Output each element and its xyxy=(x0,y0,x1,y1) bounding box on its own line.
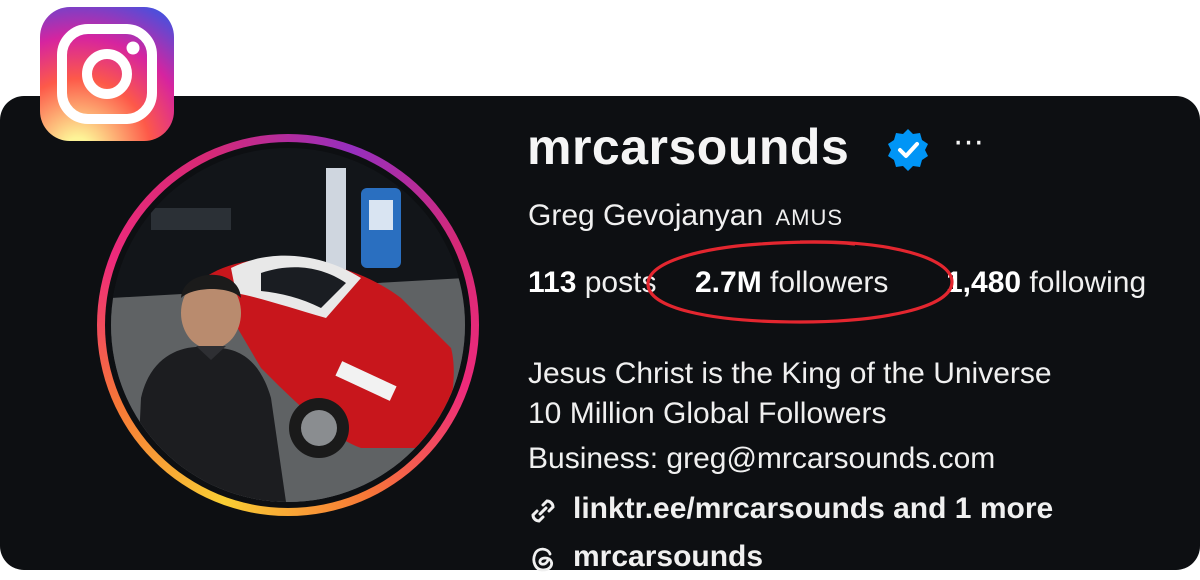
link-text[interactable]: linktr.ee/mrcarsounds and 1 more xyxy=(573,492,1053,526)
threads-handle[interactable]: mrcarsounds xyxy=(573,540,763,574)
following-stat[interactable]: 1,480 following xyxy=(946,266,1146,300)
bio-line-1: Jesus Christ is the King of the Universe xyxy=(528,357,1052,390)
followers-label: followers xyxy=(770,266,889,299)
following-label: following xyxy=(1029,266,1147,299)
posts-stat: 113 posts xyxy=(528,266,656,300)
profile-avatar[interactable] xyxy=(111,148,465,502)
bio-line-2: 10 Million Global Followers xyxy=(528,397,887,430)
instagram-logo-icon xyxy=(40,7,174,141)
verified-badge-icon xyxy=(888,129,928,171)
link-icon xyxy=(531,499,555,523)
full-name-text: Greg Gevojanyan xyxy=(528,199,764,232)
profile-username: mrcarsounds xyxy=(527,119,850,175)
posts-label: posts xyxy=(584,266,657,299)
following-count: 1,480 xyxy=(946,266,1022,299)
more-options-button[interactable]: ··· xyxy=(948,124,988,166)
followers-count: 2.7M xyxy=(695,266,762,299)
threads-icon xyxy=(532,547,553,572)
name-tag: AMUS xyxy=(775,205,844,230)
posts-count: 113 xyxy=(528,266,577,299)
profile-full-name: Greg Gevojanyan AMUS xyxy=(528,199,843,233)
story-ring[interactable] xyxy=(97,134,479,516)
bio-line-3: Business: greg@mrcarsounds.com xyxy=(528,442,996,475)
followers-stat[interactable]: 2.7M followers xyxy=(695,266,888,300)
